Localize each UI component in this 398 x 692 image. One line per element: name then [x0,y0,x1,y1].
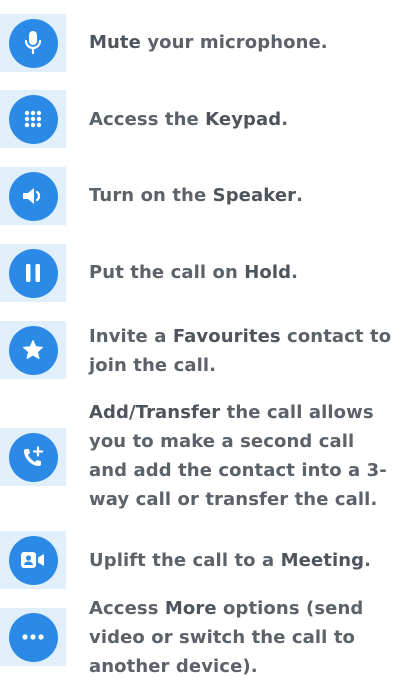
add-transfer-button[interactable] [8,432,58,482]
speaker-button[interactable] [8,171,58,221]
icon-tile [0,90,66,148]
item-description: Add/Transfer the call allows you to make… [89,402,387,510]
item-description: Access More options (send video or switc… [89,598,364,677]
favourites-button[interactable] [8,325,58,375]
icon-tile [0,14,66,72]
icon-tile [0,321,66,379]
pause-icon [26,264,40,282]
item-description: Access the Keypad. [89,109,289,130]
icon-tile [0,167,66,225]
icon-tile [0,244,66,302]
star-icon [22,340,44,360]
icon-tile [0,428,66,486]
microphone-icon [24,31,42,55]
icon-tile [0,531,66,589]
item-description: Invite a Favourites contact to join the … [89,326,392,376]
item-description: Uplift the call to a Meeting. [89,550,372,571]
meeting-button[interactable] [8,535,58,585]
more-options-button[interactable] [8,612,58,662]
mute-button[interactable] [8,18,58,68]
hold-button[interactable] [8,248,58,298]
meeting-icon [21,552,44,568]
more-options-icon [22,634,44,640]
phone-add-icon [24,446,44,466]
item-description: Turn on the Speaker. [89,185,304,206]
speaker-icon [23,188,41,204]
keypad-icon [24,110,42,128]
item-description: Mute your microphone. [89,32,328,53]
keypad-button[interactable] [8,94,58,144]
item-description: Put the call on Hold. [89,262,299,283]
icon-tile [0,608,66,666]
